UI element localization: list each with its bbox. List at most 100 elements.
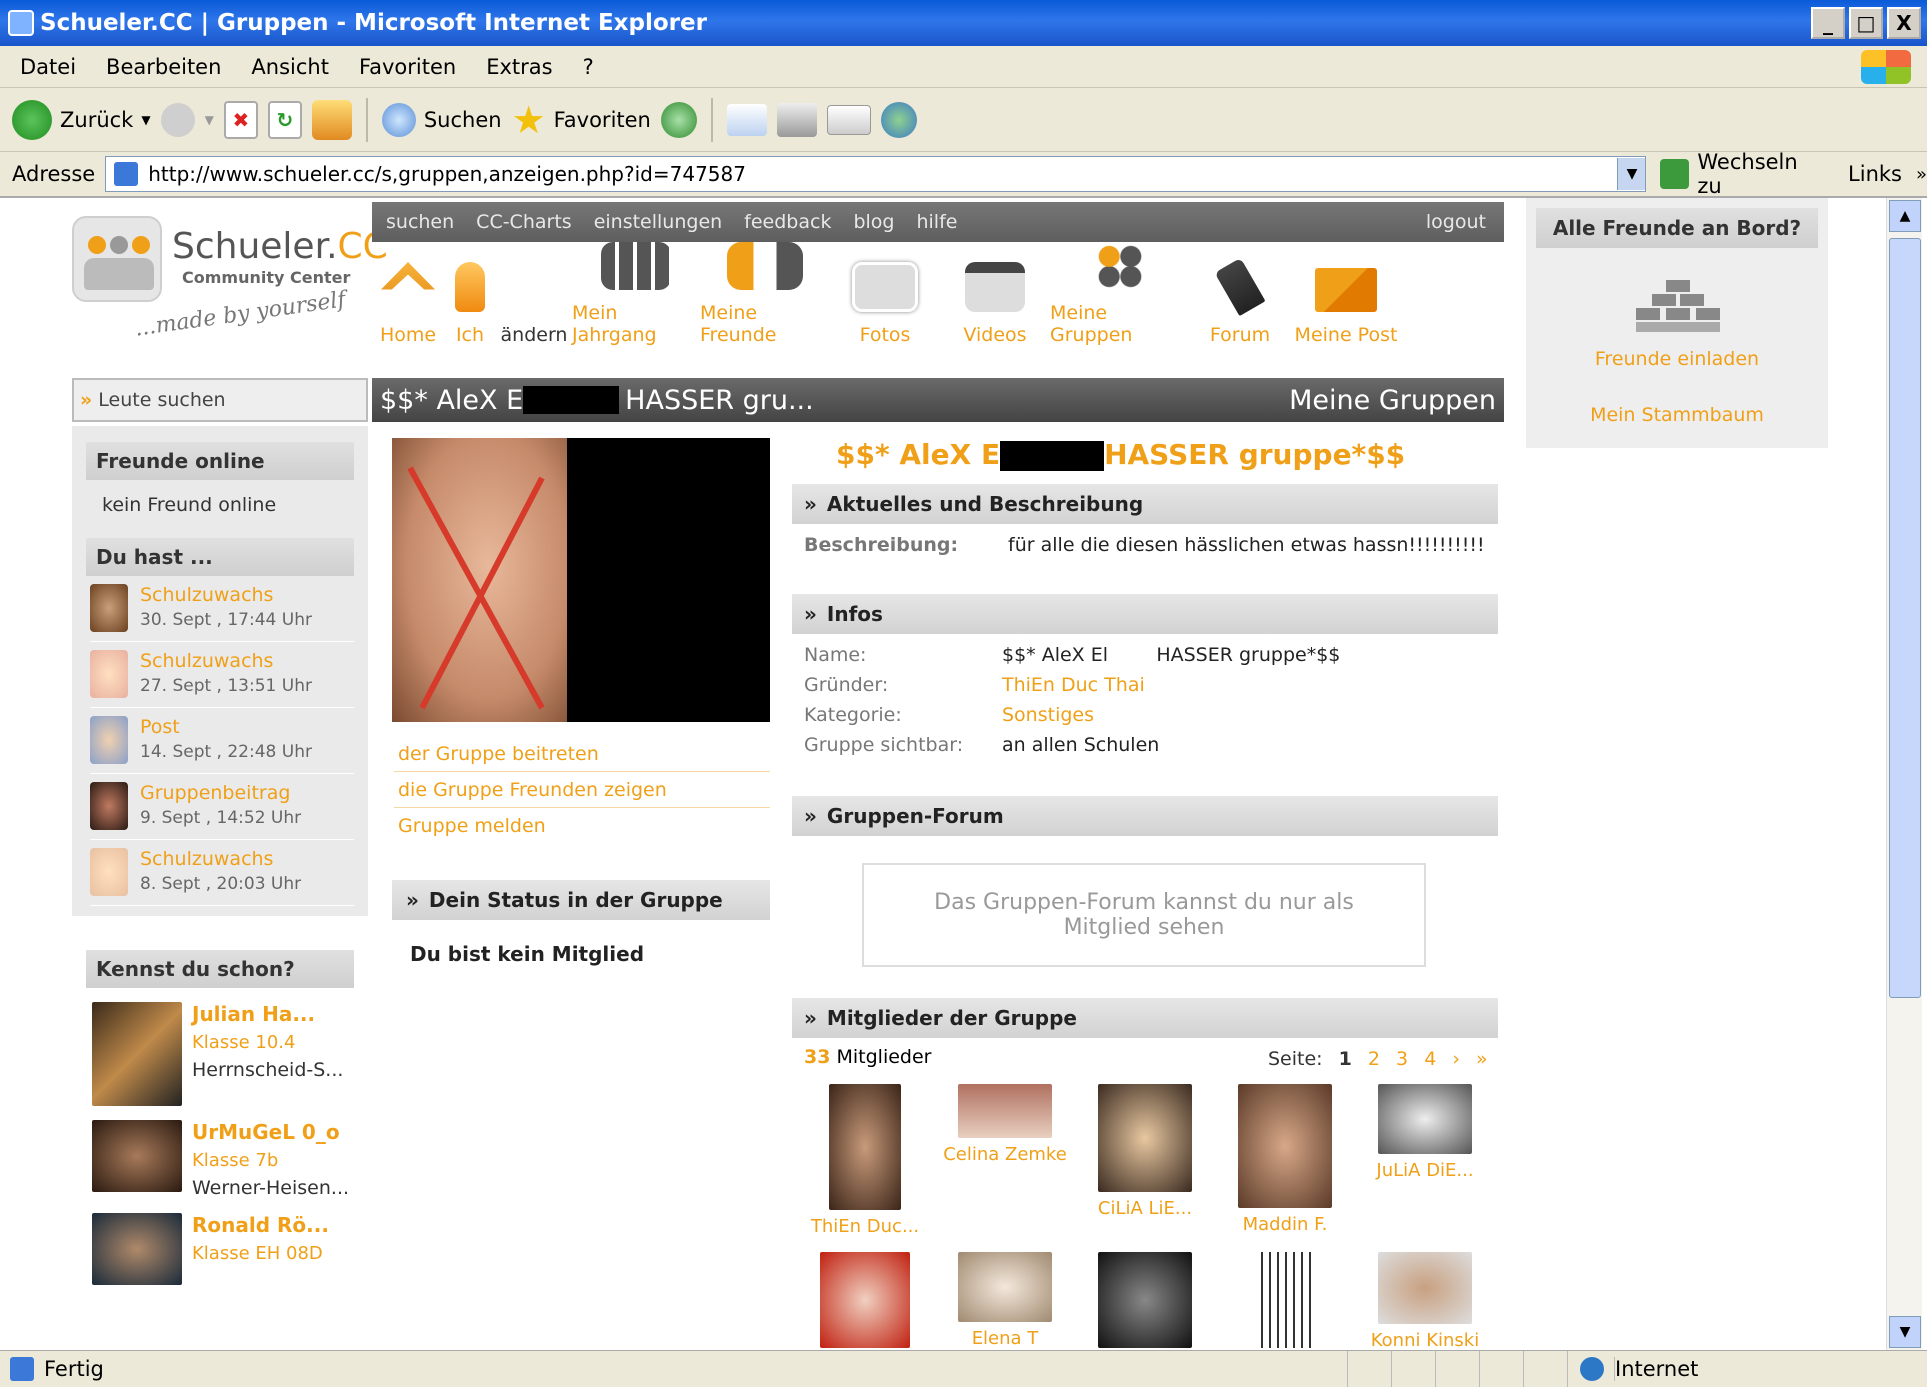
menu-favoriten[interactable]: Favoriten bbox=[359, 55, 456, 79]
page-3[interactable]: 3 bbox=[1396, 1048, 1408, 1070]
member-pagination: Seite: 1 2 3 4 › » bbox=[1268, 1048, 1488, 1070]
page-1[interactable]: 1 bbox=[1339, 1048, 1352, 1070]
nav-logout[interactable]: logout bbox=[1426, 211, 1486, 233]
join-group-link[interactable]: der Gruppe beitreten bbox=[394, 736, 770, 772]
menu-bearbeiten[interactable]: Bearbeiten bbox=[106, 55, 221, 79]
site-logo[interactable]: Schueler.CC Community Center ...made by … bbox=[72, 216, 388, 346]
member-tile[interactable] bbox=[1220, 1252, 1350, 1350]
menu-ansicht[interactable]: Ansicht bbox=[251, 55, 329, 79]
next-page[interactable]: › bbox=[1452, 1048, 1460, 1070]
history-icon[interactable] bbox=[660, 101, 697, 138]
home-icon[interactable] bbox=[311, 99, 352, 140]
address-url: http://www.schueler.cc/s,gruppen,anzeige… bbox=[148, 162, 746, 186]
report-group-link[interactable]: Gruppe melden bbox=[394, 808, 770, 844]
minimize-button[interactable]: _ bbox=[1811, 7, 1845, 39]
activity-item[interactable]: Schulzuwachs 8. Sept , 20:03 Uhr bbox=[90, 848, 354, 906]
chevron-right-icon[interactable]: » bbox=[1916, 164, 1927, 185]
go-button[interactable]: Wechseln zu bbox=[1660, 150, 1824, 198]
suggested-person[interactable]: UrMuGeL 0_o Klasse 7b Werner-Heisen... bbox=[92, 1120, 368, 1199]
links-button[interactable]: Links bbox=[1848, 162, 1902, 186]
invite-friends-box: Alle Freunde an Bord? Freunde einladen M… bbox=[1526, 198, 1828, 448]
category-link[interactable]: Sonstiges bbox=[1002, 704, 1094, 726]
chevron-down-icon[interactable]: ▼ bbox=[141, 113, 150, 127]
nav-feedback[interactable]: feedback bbox=[744, 211, 831, 233]
star-icon: ★ bbox=[511, 97, 546, 142]
search-button[interactable]: Suchen bbox=[381, 102, 502, 137]
close-button[interactable]: X bbox=[1887, 7, 1921, 39]
nav-suchen[interactable]: suchen bbox=[386, 211, 454, 233]
member-tile[interactable]: CiLiA LiE... bbox=[1080, 1084, 1210, 1219]
member-tile[interactable]: Celina Zemke bbox=[940, 1084, 1070, 1165]
nav-hilfe[interactable]: hilfe bbox=[916, 211, 957, 233]
menu-extras[interactable]: Extras bbox=[486, 55, 552, 79]
refresh-icon[interactable]: ↻ bbox=[267, 100, 302, 139]
stop-icon[interactable]: ✖ bbox=[223, 100, 258, 139]
nav-cc-charts[interactable]: CC-Charts bbox=[476, 211, 572, 233]
nav-meine-post[interactable]: Meine Post bbox=[1290, 242, 1402, 352]
member-tile[interactable]: Maddin F. bbox=[1220, 1084, 1350, 1235]
nav-forum[interactable]: Forum bbox=[1190, 242, 1290, 352]
forward-arrow-icon[interactable] bbox=[160, 102, 195, 137]
member-photo bbox=[820, 1252, 910, 1348]
last-page[interactable]: » bbox=[1476, 1048, 1488, 1070]
nav-fotos[interactable]: Fotos bbox=[830, 242, 940, 352]
suggested-person[interactable]: Julian Ha... Klasse 10.4 Herrnscheid-S... bbox=[92, 1002, 368, 1106]
nav-blog[interactable]: blog bbox=[853, 211, 894, 233]
menu-help[interactable]: ? bbox=[583, 55, 594, 79]
member-tile[interactable]: Konni Kinski bbox=[1360, 1252, 1490, 1350]
person-photo bbox=[92, 1120, 182, 1192]
nav-home[interactable]: Home bbox=[372, 242, 444, 352]
nav-ich[interactable]: Ich bbox=[444, 242, 496, 352]
back-button[interactable]: Zurück ▼ bbox=[12, 99, 151, 140]
member-tile[interactable] bbox=[800, 1252, 930, 1350]
logo-slogan: ...made by yourself bbox=[133, 287, 348, 342]
page-4[interactable]: 4 bbox=[1424, 1048, 1436, 1070]
scroll-up-icon[interactable]: ▲ bbox=[1889, 200, 1921, 232]
forum-notice: Das Gruppen-Forum kannst du nur als Mitg… bbox=[862, 863, 1426, 967]
red-cross-mark bbox=[407, 466, 545, 710]
mail-icon[interactable] bbox=[726, 103, 767, 136]
edit-icon[interactable] bbox=[826, 104, 871, 135]
invite-friends-link[interactable]: Freunde einladen bbox=[1526, 348, 1828, 370]
member-tile[interactable]: ThiEn Duc... bbox=[800, 1084, 930, 1237]
nav-videos[interactable]: Videos bbox=[940, 242, 1050, 352]
menu-datei[interactable]: Datei bbox=[20, 55, 76, 79]
vertical-scrollbar[interactable]: ▲ ▼ bbox=[1886, 198, 1922, 1350]
page-2[interactable]: 2 bbox=[1368, 1048, 1380, 1070]
activity-item[interactable]: Schulzuwachs 30. Sept , 17:44 Uhr bbox=[90, 584, 354, 642]
home-chevron-icon bbox=[381, 262, 435, 290]
nav-meine-freunde[interactable]: Meine Freunde bbox=[700, 242, 830, 352]
scroll-down-icon[interactable]: ▼ bbox=[1889, 1316, 1921, 1348]
groups-icon bbox=[1093, 242, 1147, 290]
activity-item[interactable]: Gruppenbeitrag 9. Sept , 14:52 Uhr bbox=[90, 782, 354, 840]
status-heading: » Dein Status in der Gruppe bbox=[392, 880, 770, 920]
member-tile[interactable]: Elena T bbox=[940, 1252, 1070, 1349]
activity-item[interactable]: Post 14. Sept , 22:48 Uhr bbox=[90, 716, 354, 774]
suggested-person[interactable]: Ronald Rö... Klasse EH 08D bbox=[92, 1213, 368, 1285]
chevron-down-icon[interactable]: ▼ bbox=[205, 113, 214, 127]
nav-einstellungen[interactable]: einstellungen bbox=[594, 211, 722, 233]
print-icon[interactable] bbox=[776, 102, 817, 137]
founder-link[interactable]: ThiEn Duc Thai bbox=[1002, 674, 1145, 696]
show-group-to-friends-link[interactable]: die Gruppe Freunden zeigen bbox=[394, 772, 770, 808]
chevron-down-icon[interactable]: ▼ bbox=[1617, 158, 1646, 190]
group-image bbox=[392, 438, 770, 722]
nav-mein-jahrgang[interactable]: Mein Jahrgang bbox=[572, 242, 700, 352]
member-tile[interactable]: JuLiA DiE... bbox=[1360, 1084, 1490, 1181]
nav-aendern[interactable]: ändern bbox=[496, 242, 572, 352]
maximize-button[interactable]: □ bbox=[1849, 7, 1883, 39]
member-tile[interactable] bbox=[1080, 1252, 1210, 1350]
people-search-input[interactable]: » Leute suchen bbox=[72, 378, 368, 422]
description-label: Beschreibung: bbox=[804, 534, 959, 556]
status-text: Fertig bbox=[44, 1357, 104, 1381]
nav-meine-gruppen[interactable]: Meine Gruppen bbox=[1050, 242, 1190, 352]
scroll-thumb[interactable] bbox=[1889, 238, 1921, 998]
address-input[interactable]: http://www.schueler.cc/s,gruppen,anzeige… bbox=[105, 156, 1647, 192]
group-title: $$* AleX E HASSER gruppe*$$ bbox=[836, 438, 1406, 471]
activity-item[interactable]: Schulzuwachs 27. Sept , 13:51 Uhr bbox=[90, 650, 354, 708]
member-photo bbox=[958, 1084, 1052, 1138]
favorites-button[interactable]: ★ Favoriten bbox=[512, 98, 651, 142]
messenger-icon[interactable] bbox=[880, 101, 917, 138]
family-tree-link[interactable]: Mein Stammbaum bbox=[1526, 404, 1828, 426]
header-section[interactable]: Meine Gruppen bbox=[1289, 385, 1496, 416]
